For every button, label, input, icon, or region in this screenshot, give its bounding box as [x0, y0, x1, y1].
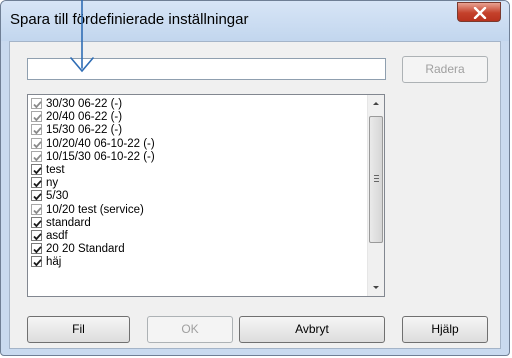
- preset-checkbox[interactable]: [31, 164, 42, 175]
- checkmark-icon: [33, 114, 42, 122]
- preset-label: 10/20 test (service): [46, 203, 144, 216]
- preset-checkbox[interactable]: [31, 150, 42, 162]
- cancel-button-label: Avbryt: [295, 322, 329, 336]
- checkmark-icon: [33, 180, 42, 188]
- preset-checkbox[interactable]: [31, 98, 42, 109]
- checkmark-icon: [33, 233, 42, 241]
- preset-checkbox[interactable]: [31, 190, 42, 202]
- preset-checkbox[interactable]: [31, 230, 42, 241]
- preset-label: 20 20 Standard: [46, 243, 125, 256]
- scroll-thumb[interactable]: [369, 116, 383, 243]
- checkmark-icon: [33, 140, 42, 148]
- scroll-up-button[interactable]: [368, 95, 384, 112]
- preset-checkbox[interactable]: [31, 203, 42, 215]
- preset-label: 10/20/40 06-10-22 (-): [46, 137, 155, 150]
- preset-checkbox[interactable]: [31, 256, 42, 268]
- preset-label: standard: [46, 216, 91, 229]
- scroll-down-arrow-icon: [373, 286, 379, 289]
- preset-label: test: [46, 164, 65, 176]
- checkmark-icon: [33, 154, 42, 162]
- preset-checkbox[interactable]: [31, 137, 42, 149]
- checkmark-icon: [33, 206, 42, 214]
- preset-checkbox[interactable]: [31, 111, 42, 123]
- checkmark-icon: [33, 193, 42, 201]
- save-preset-dialog: Spara till fördefinierade inställningar …: [0, 0, 510, 356]
- title-bar[interactable]: Spara till fördefinierade inställningar: [1, 1, 509, 41]
- checkmark-icon: [33, 220, 42, 228]
- thumb-grip-line: [374, 175, 379, 176]
- preset-label: 5/30: [46, 190, 69, 203]
- list-scrollbar[interactable]: [367, 95, 384, 296]
- help-button-label: Hjälp: [431, 322, 459, 336]
- delete-button[interactable]: Radera: [402, 56, 488, 83]
- preset-label: häj: [46, 256, 62, 269]
- preset-list[interactable]: 30/30 06-22 (-) 20/40 06-22 (-) 15/30 06-2…: [27, 94, 385, 297]
- ok-button-label: OK: [181, 322, 199, 336]
- dialog-title: Spara till fördefinierade inställningar: [10, 11, 249, 28]
- preset-checkbox[interactable]: [31, 216, 42, 228]
- preset-checkbox[interactable]: [31, 124, 42, 136]
- preset-checkbox[interactable]: [31, 177, 42, 189]
- file-button[interactable]: Fil: [27, 316, 130, 343]
- ok-button[interactable]: OK: [147, 316, 233, 343]
- file-button-label: Fil: [72, 322, 85, 336]
- checkmark-icon: [33, 259, 42, 267]
- preset-checkbox[interactable]: [31, 243, 42, 255]
- preset-label: ny: [46, 177, 59, 190]
- preset-label: 30/30 06-22 (-): [46, 98, 123, 110]
- cancel-button[interactable]: Avbryt: [239, 316, 385, 343]
- close-x-icon: [473, 7, 487, 19]
- close-button[interactable]: [457, 2, 501, 22]
- scroll-up-arrow-icon: [373, 102, 379, 105]
- preset-label: 10/15/30 06-10-22 (-): [46, 150, 155, 163]
- preset-label: asdf: [46, 230, 68, 242]
- help-button[interactable]: Hjälp: [402, 316, 488, 343]
- checkmark-icon: [33, 101, 42, 109]
- thumb-grip-line: [374, 178, 379, 179]
- preset-name-input[interactable]: [27, 58, 386, 80]
- checkmark-icon: [33, 246, 42, 254]
- checkmark-icon: [33, 167, 42, 175]
- checkmark-icon: [33, 127, 42, 135]
- thumb-grip-line: [374, 181, 379, 182]
- delete-button-label: Radera: [425, 62, 465, 76]
- dialog-body: Radera 30/30 06-22 (-) 20/40 06-22 (-) 15/…: [9, 41, 501, 349]
- preset-label: 15/30 06-22 (-): [46, 124, 123, 137]
- scroll-down-button[interactable]: [368, 279, 384, 296]
- preset-label: 20/40 06-22 (-): [46, 111, 123, 124]
